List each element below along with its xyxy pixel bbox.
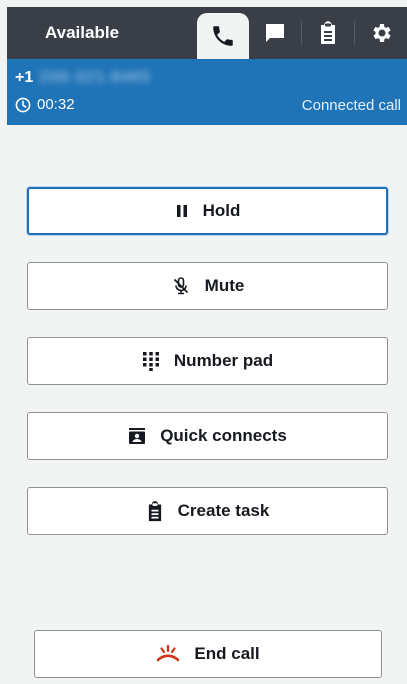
chat-icon: [263, 21, 287, 45]
call-state: Connected call: [301, 97, 401, 114]
end-call-button[interactable]: End call: [34, 630, 382, 678]
call-banner: +1 206-321-8465 00:32 Connected call: [7, 59, 407, 125]
phone-icon: [210, 23, 236, 49]
mute-button[interactable]: Mute: [27, 262, 388, 310]
agent-status-label: Available: [45, 23, 120, 42]
clipboard-icon: [317, 21, 339, 45]
call-duration: 00:32: [37, 96, 75, 113]
nav-tabs: [197, 7, 407, 59]
clipboard-icon: [146, 500, 164, 522]
gear-icon: [369, 21, 393, 45]
quick-connects-label: Quick connects: [160, 426, 287, 445]
end-call-label: End call: [194, 644, 260, 663]
caller-number: +1 206-321-8465: [15, 69, 151, 87]
dialpad-icon: [142, 351, 160, 371]
number-pad-label: Number pad: [173, 351, 274, 370]
quick-connects-button[interactable]: Quick connects: [27, 412, 388, 460]
clock-icon: [15, 97, 31, 113]
pause-icon: [175, 204, 189, 218]
hold-label: Hold: [202, 201, 241, 220]
tab-phone[interactable]: [197, 13, 249, 59]
hang-up-icon: [156, 644, 180, 664]
create-task-button[interactable]: Create task: [27, 487, 388, 535]
agent-status-dropdown[interactable]: Available: [7, 7, 197, 59]
hold-button[interactable]: Hold: [27, 187, 388, 235]
phone-number: 206-321-8465: [39, 69, 151, 86]
number-pad-button[interactable]: Number pad: [27, 337, 388, 385]
call-controls-panel: Hold Mute Number pad Quick connects Crea…: [7, 125, 407, 684]
tab-tasks[interactable]: [302, 7, 354, 59]
mute-label: Mute: [204, 276, 245, 295]
microphone-off-icon: [171, 276, 191, 296]
contact-book-icon: [128, 426, 146, 446]
call-timer: 00:32: [15, 96, 75, 113]
tab-settings[interactable]: [355, 7, 407, 59]
tab-chat[interactable]: [249, 7, 301, 59]
country-code: +1: [15, 69, 34, 86]
create-task-label: Create task: [177, 501, 270, 520]
top-bar: Available: [7, 7, 407, 59]
